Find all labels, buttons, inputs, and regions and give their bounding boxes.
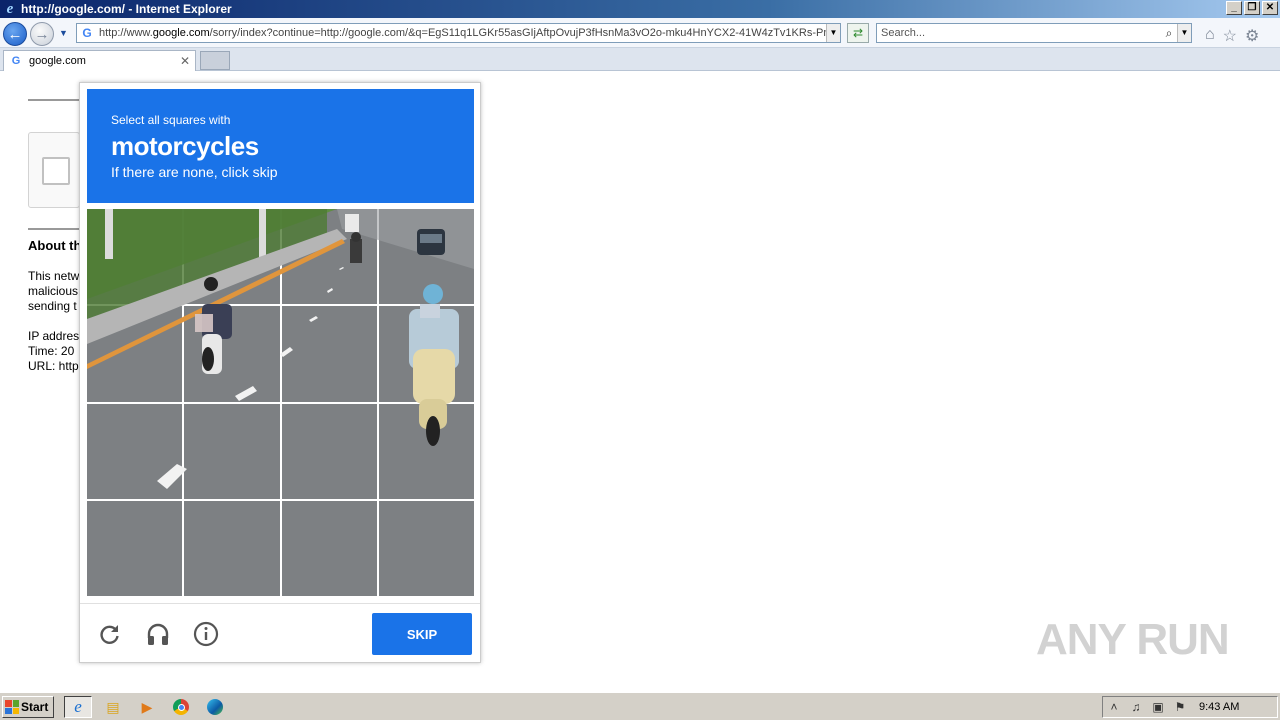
windows-logo-icon [5, 700, 19, 714]
arrow-left-icon: ← [7, 25, 23, 43]
search-input[interactable]: Search... [881, 27, 1161, 39]
network-icon[interactable]: ▣ [1147, 700, 1169, 714]
about-heading: About th [28, 238, 80, 253]
gear-icon[interactable]: ⚙ [1245, 26, 1259, 46]
taskbar-media-player[interactable]: ▶ [133, 696, 161, 718]
taskbar-internet-explorer[interactable]: e [64, 696, 92, 718]
taskbar: Start e ▤ ▶ ˄ ♫ ▣ ⚑ 9:43 AM [0, 692, 1280, 720]
close-icon[interactable]: ✕ [178, 54, 192, 68]
edge-icon [207, 699, 223, 715]
divider [28, 99, 80, 101]
tab-row: G google.com ✕ [0, 48, 1280, 71]
close-button[interactable]: ✕ [1262, 1, 1278, 15]
new-tab-button[interactable] [200, 51, 230, 70]
toolbar-icons: ⌂ ☆ ⚙ [1205, 26, 1259, 46]
google-favicon-icon: G [82, 26, 92, 40]
address-url[interactable]: http://www.google.com/sorry/index?contin… [99, 27, 826, 39]
folder-icon: ▤ [106, 698, 120, 715]
grid-tile[interactable] [184, 306, 280, 402]
tab-google[interactable]: G google.com ✕ [3, 50, 196, 71]
volume-icon[interactable]: ♫ [1125, 700, 1147, 714]
ip-address-line: IP addres [28, 329, 80, 343]
forward-button[interactable]: → [30, 22, 54, 46]
paragraph-line: sending t [28, 299, 77, 313]
grid-tile[interactable] [184, 209, 280, 305]
address-domain: google.com [152, 27, 210, 39]
challenge-header: Select all squares with motorcycles If t… [87, 89, 474, 203]
favorites-star-icon[interactable]: ☆ [1223, 26, 1237, 46]
time-line: Time: 20 [28, 344, 75, 358]
taskbar-edge[interactable] [201, 696, 229, 718]
arrow-right-icon: → [34, 25, 50, 43]
taskbar-file-explorer[interactable]: ▤ [99, 696, 127, 718]
grid-tile[interactable] [281, 306, 377, 402]
challenge-footer: SKIP [80, 603, 480, 663]
paragraph-line: This netw [28, 269, 80, 283]
start-label: Start [21, 700, 49, 714]
paragraph-line: malicious [28, 284, 79, 298]
reload-icon[interactable] [96, 620, 124, 648]
tab-label: google.com [29, 55, 86, 67]
watermark-text: ANY RUN [1036, 615, 1230, 664]
grid-tile[interactable] [378, 209, 474, 305]
address-dropdown-button[interactable]: ▼ [826, 24, 840, 42]
refresh-arrows-icon: ⇄ [852, 26, 864, 40]
clock: 9:43 AM [1199, 701, 1240, 713]
tray-expand-icon[interactable]: ˄ [1103, 700, 1125, 714]
minimize-button[interactable]: _ [1226, 1, 1242, 15]
recaptcha-checkbox[interactable] [42, 157, 70, 185]
internet-explorer-icon: e [6, 0, 14, 17]
internet-explorer-icon: e [74, 697, 82, 716]
window-titlebar: e http://google.com/ - Internet Explorer… [0, 0, 1280, 18]
recent-pages-dropdown[interactable]: ▼ [59, 28, 68, 38]
challenge-instruction: Select all squares with [111, 113, 231, 127]
google-favicon-icon: G [11, 55, 21, 67]
challenge-target: motorcycles [111, 131, 259, 161]
back-button[interactable]: ← [3, 22, 27, 46]
recaptcha-widget [28, 132, 80, 208]
challenge-hint: If there are none, click skip [111, 164, 278, 180]
restore-button[interactable]: ❐ [1244, 1, 1260, 15]
grid-tile[interactable] [87, 403, 183, 499]
system-tray: ˄ ♫ ▣ ⚑ 9:43 AM [1102, 696, 1278, 718]
window-controls: _ ❐ ✕ [1226, 1, 1278, 15]
grid-tile[interactable] [378, 306, 474, 402]
info-icon[interactable] [192, 620, 220, 648]
grid-tile[interactable] [184, 500, 280, 596]
grid-tile[interactable] [87, 500, 183, 596]
search-dropdown-button[interactable]: ▼ [1177, 24, 1191, 42]
grid-tile[interactable] [378, 500, 474, 596]
search-box[interactable]: Search... ⌕ ▼ [876, 23, 1192, 43]
window-title: http://google.com/ - Internet Explorer [21, 2, 232, 16]
taskbar-chrome[interactable] [167, 696, 195, 718]
grid-tile[interactable] [87, 209, 183, 305]
search-icon[interactable]: ⌕ [1161, 26, 1177, 41]
start-button[interactable]: Start [2, 696, 54, 718]
grid-tile[interactable] [87, 306, 183, 402]
skip-button[interactable]: SKIP [372, 613, 472, 655]
grid-tile[interactable] [281, 209, 377, 305]
image-grid [87, 209, 474, 596]
grid-tile[interactable] [281, 403, 377, 499]
divider [28, 228, 80, 230]
headphones-icon[interactable] [144, 620, 172, 648]
media-player-icon: ▶ [141, 698, 153, 715]
grid-tile[interactable] [184, 403, 280, 499]
home-icon[interactable]: ⌂ [1205, 26, 1215, 46]
captcha-challenge: Select all squares with motorcycles If t… [79, 82, 481, 663]
url-line: URL: http [28, 359, 79, 373]
grid-tile[interactable] [281, 500, 377, 596]
action-center-flag-icon[interactable]: ⚑ [1169, 700, 1191, 714]
anyrun-watermark: ANY RUN [1036, 608, 1236, 672]
grid-tile[interactable] [378, 403, 474, 499]
navigation-bar: ← → ▼ G http://www.google.com/sorry/inde… [0, 18, 1280, 48]
chrome-icon [173, 699, 189, 715]
refresh-compat-button[interactable]: ⇄ [847, 23, 869, 43]
address-bar[interactable]: G http://www.google.com/sorry/index?cont… [76, 23, 841, 43]
